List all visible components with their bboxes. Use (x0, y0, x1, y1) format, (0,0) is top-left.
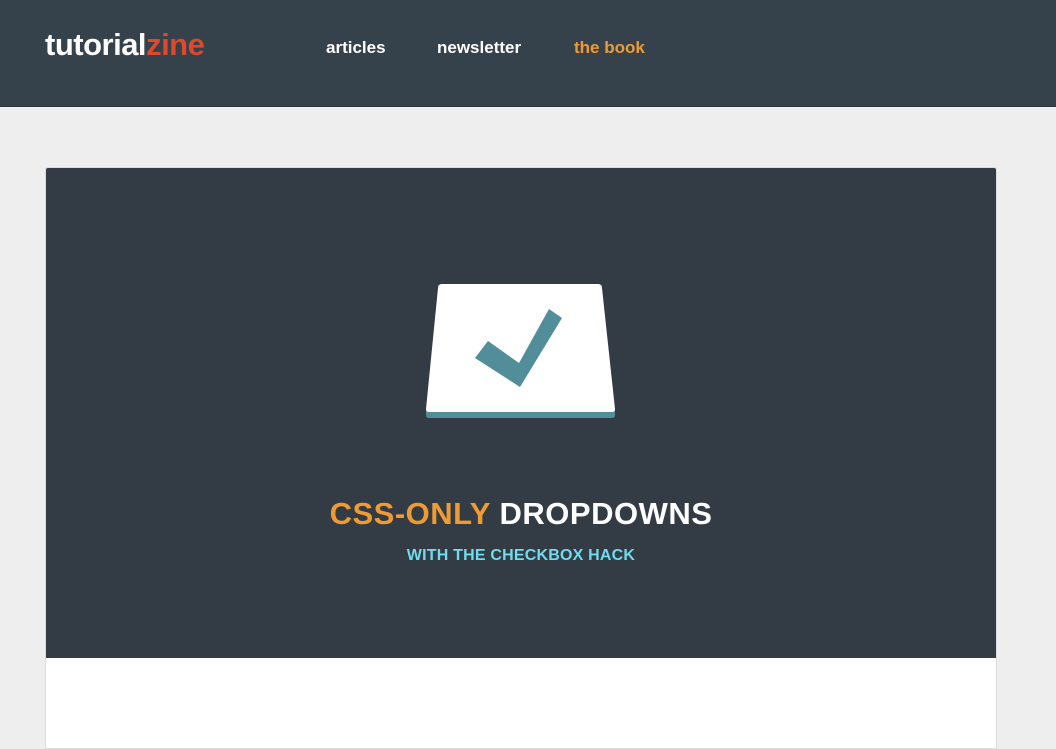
article-title: CSS-ONLY DROPDOWNS (46, 496, 996, 532)
logo-text-zine: zine (146, 27, 205, 62)
nav-link-articles[interactable]: articles (326, 38, 386, 58)
title-rest: DROPDOWNS (499, 496, 713, 531)
article-hero: CSS-ONLY DROPDOWNS WITH THE CHECKBOX HAC… (46, 168, 996, 658)
nav-link-the-book[interactable]: the book (574, 38, 645, 58)
logo-text-tutorial: tutorial (45, 27, 147, 62)
title-accent: CSS-ONLY (329, 496, 491, 531)
checkbox-check-icon (426, 284, 615, 418)
article-subtitle: WITH THE CHECKBOX HACK (406, 547, 636, 564)
site-logo[interactable]: tutorialzine (45, 27, 205, 63)
article-card: CSS-ONLY DROPDOWNS WITH THE CHECKBOX HAC… (45, 167, 997, 749)
nav-link-newsletter[interactable]: newsletter (437, 38, 521, 58)
site-header: tutorialzine articles newsletter the boo… (0, 0, 1056, 107)
